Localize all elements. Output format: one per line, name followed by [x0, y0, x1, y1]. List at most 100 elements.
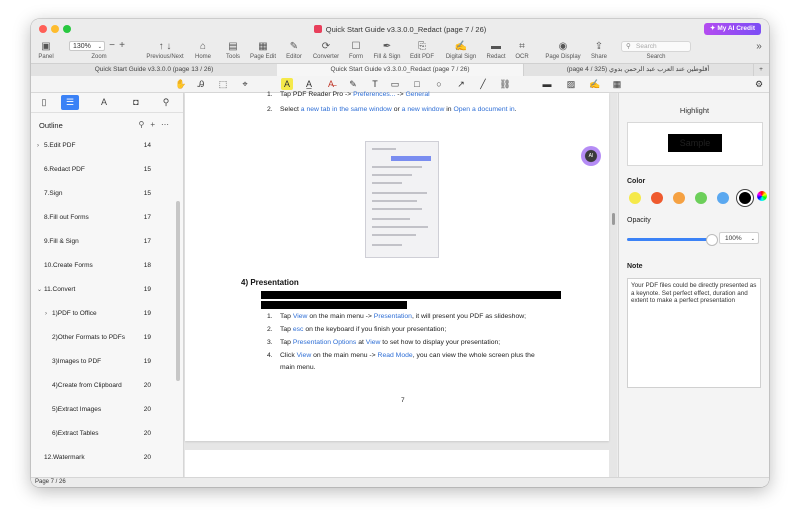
thumbnails-tab-icon[interactable]: ▯: [35, 95, 53, 110]
color-swatch-black-selected[interactable]: [737, 190, 753, 206]
redaction-box[interactable]: [261, 291, 561, 299]
search-icon[interactable]: ⚲: [138, 120, 150, 129]
outline-item[interactable]: 5)Extract Images 20: [31, 403, 175, 417]
toolbar-edit-pdf[interactable]: ⎘ Edit PDF: [407, 41, 437, 60]
search-input[interactable]: ⚲ Search: [621, 41, 691, 52]
outline-tab-icon[interactable]: ☰: [61, 95, 79, 110]
ai-credit-button[interactable]: ✦ My AI Credit: [704, 23, 761, 35]
color-picker-wheel-icon[interactable]: [757, 191, 767, 201]
text-run: Tap: [280, 326, 293, 333]
circle-icon[interactable]: ○: [433, 78, 445, 90]
outline-item[interactable]: › 5.Edit PDF 14: [31, 139, 175, 153]
opacity-slider[interactable]: [627, 234, 718, 246]
ai-assistant-button[interactable]: AI: [581, 146, 601, 166]
outline-item-label: 5.Edit PDF: [44, 142, 76, 149]
toolbar-overflow-button[interactable]: »: [753, 41, 765, 53]
toolbox-icon: ▤: [228, 41, 238, 52]
freehand-icon[interactable]: ✎: [347, 78, 359, 90]
zoom-out-button[interactable]: −: [107, 40, 117, 52]
settings-gear-icon[interactable]: ⚙: [753, 78, 765, 90]
table-icon[interactable]: ▦: [611, 78, 623, 90]
outline-item[interactable]: › 1)PDF to Office 19: [31, 307, 175, 321]
toolbar-home[interactable]: ⌂ Home: [191, 41, 215, 60]
outline-tools: ⚲+⋯: [138, 120, 175, 129]
toolbar-label: Home: [194, 54, 211, 60]
title-bar: Quick Start Guide v3.3.0.0_Redact (page …: [31, 19, 769, 41]
chevron-right-icon[interactable]: ›: [45, 307, 47, 321]
color-swatch-orange[interactable]: [673, 192, 685, 204]
toolbar-redact[interactable]: ▬ Redact: [483, 41, 509, 60]
chevron-right-icon[interactable]: ›: [37, 139, 39, 153]
panel-button[interactable]: ▣ Panel: [35, 41, 57, 60]
color-swatch-red[interactable]: [651, 192, 663, 204]
outline-item[interactable]: 6.Redact PDF 15: [31, 163, 175, 177]
tab-quick-start[interactable]: Quick Start Guide v3.3.0.0 (page 13 / 26…: [31, 64, 278, 76]
strikethrough-text-icon[interactable]: A̶: [325, 78, 337, 90]
text-run: .: [514, 106, 517, 113]
toolbar-page-display[interactable]: ◉ Page Display: [543, 41, 583, 60]
toolbar-fill-sign[interactable]: ✒ Fill & Sign: [370, 41, 404, 60]
toolbar-ocr[interactable]: ⌗ OCR: [511, 41, 533, 60]
grid-icon: ▦: [258, 41, 268, 52]
outline-item[interactable]: ⌄ 11.Convert 19: [31, 283, 175, 297]
outline-item[interactable]: 7.Sign 15: [31, 187, 175, 201]
text-run: to set how to display your presentation;: [380, 339, 501, 346]
outline-item[interactable]: 10.Create Forms 18: [31, 259, 175, 273]
line-icon[interactable]: ╱: [477, 78, 489, 90]
color-swatch-yellow[interactable]: [629, 192, 641, 204]
rectangle-icon[interactable]: □: [411, 78, 423, 90]
underline-text-icon[interactable]: A̲: [303, 78, 315, 90]
chevron-down-icon[interactable]: ⌄: [37, 283, 42, 297]
toolbar-digital-sign[interactable]: ✍ Digital Sign: [441, 41, 481, 60]
note-textarea[interactable]: Your PDF files could be directly present…: [627, 278, 761, 388]
image-icon[interactable]: ▨: [565, 78, 577, 90]
outline-item[interactable]: 9.Fill & Sign 17: [31, 235, 175, 249]
text-run: at: [356, 339, 366, 346]
sidebar-scrollbar[interactable]: [176, 201, 180, 381]
text-box-icon[interactable]: T: [369, 78, 381, 90]
search-tab-icon[interactable]: ⚲: [157, 95, 175, 110]
link-icon[interactable]: ⛓: [499, 78, 511, 90]
snapshot-tab-icon[interactable]: ◘: [127, 95, 145, 110]
select-area-icon[interactable]: ⬚: [217, 78, 229, 90]
opacity-slider-knob[interactable]: [706, 234, 718, 246]
toolbar-tools[interactable]: ▤ Tools: [221, 41, 245, 60]
redaction-box[interactable]: [261, 301, 407, 309]
signature-icon[interactable]: ✍: [589, 78, 601, 90]
tab-arabic-book[interactable]: (page 4 / 325) أقلوطين عند العرب عبد الر…: [523, 64, 754, 76]
arrow-icon[interactable]: ↗: [455, 78, 467, 90]
outline-item[interactable]: 2)Other Formats to PDFs 19: [31, 331, 175, 345]
previous-next-button[interactable]: ↑ ↓ Previous/Next: [144, 41, 186, 60]
toolbar-form[interactable]: ☐ Form: [344, 41, 368, 60]
opacity-select[interactable]: 100% ⌄: [719, 232, 759, 244]
toolbar-converter[interactable]: ⟳ Converter: [310, 41, 342, 60]
outline-item[interactable]: 3)Images to PDF 19: [31, 355, 175, 369]
outline-item[interactable]: 12.Watermark 20: [31, 451, 175, 465]
zoom-input[interactable]: 130% ⌄: [69, 41, 105, 51]
select-text-icon[interactable]: Ꭿ: [195, 78, 207, 90]
text-run: on the main menu ->: [311, 352, 378, 359]
screenshot-line: [372, 174, 412, 176]
outline-item[interactable]: 6)Extract Tables 20: [31, 427, 175, 441]
new-tab-button[interactable]: +: [753, 64, 769, 76]
note-icon[interactable]: ▭: [389, 78, 401, 90]
highlight-text-icon[interactable]: A: [281, 78, 293, 90]
pdf-next-page: [185, 450, 609, 480]
toolbar-editor[interactable]: ✎ Editor: [281, 41, 307, 60]
screenshot-line: [372, 208, 422, 210]
color-swatch-blue[interactable]: [717, 192, 729, 204]
hand-tool-icon[interactable]: ✋: [175, 78, 187, 90]
outline-item[interactable]: 4)Create from Clipboard 20: [31, 379, 175, 393]
stamp-icon[interactable]: ▬: [541, 78, 553, 90]
toolbar-share[interactable]: ⇪ Share: [587, 41, 611, 60]
add-icon[interactable]: +: [150, 120, 161, 129]
color-swatch-green[interactable]: [695, 192, 707, 204]
annotations-tab-icon[interactable]: A: [95, 95, 113, 110]
toolbar-page-edit[interactable]: ▦ Page Edit: [247, 41, 279, 60]
tab-quick-start-redact[interactable]: Quick Start Guide v3.3.0.0_Redact (page …: [277, 64, 524, 76]
selection-cross-icon[interactable]: ⌖: [239, 78, 251, 90]
document-scrollbar[interactable]: [612, 213, 615, 225]
outline-item[interactable]: 8.Fill out Forms 17: [31, 211, 175, 225]
more-icon[interactable]: ⋯: [161, 120, 175, 129]
zoom-in-button[interactable]: +: [117, 40, 127, 52]
